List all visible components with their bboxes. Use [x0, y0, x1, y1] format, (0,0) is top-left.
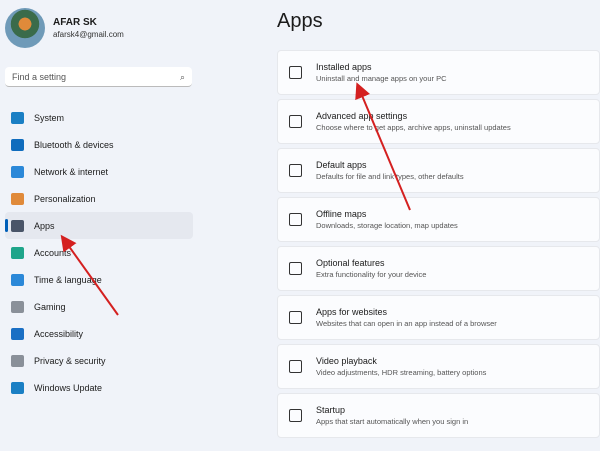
page-title: Apps	[277, 10, 323, 32]
card-title: Default apps	[316, 160, 367, 170]
optional-features-icon	[289, 262, 302, 275]
apps-icon	[11, 219, 24, 232]
sidebar-item-label: Personalization	[34, 193, 96, 204]
sidebar-item-label: Windows Update	[34, 382, 103, 393]
sidebar-item-accounts[interactable]: Accounts	[5, 239, 193, 266]
sidebar-item-system[interactable]: System	[5, 104, 193, 131]
card-description: Extra functionality for your device	[316, 270, 427, 279]
card-description: Websites that can open in an app instead…	[316, 319, 497, 328]
time-language-icon	[11, 273, 24, 286]
avatar	[5, 8, 45, 48]
sidebar-item-label: System	[34, 112, 65, 123]
sidebar-item-label: Network & internet	[34, 166, 109, 177]
accounts-icon	[11, 246, 24, 259]
card-description: Uninstall and manage apps on your PC	[316, 74, 447, 83]
card-title: Startup	[316, 405, 346, 415]
sidebar-item-apps[interactable]: Apps	[5, 212, 193, 239]
windows-update-icon	[11, 381, 24, 394]
sidebar-item-label: Privacy & security	[34, 355, 106, 366]
search-icon: ⌕	[179, 72, 185, 82]
card-title: Apps for websites	[316, 307, 388, 317]
card-title: Installed apps	[316, 62, 372, 72]
sidebar-item-label: Gaming	[34, 301, 66, 312]
sidebar-item-time-language[interactable]: Time & language	[5, 266, 193, 293]
personalization-icon	[11, 192, 24, 205]
card-startup[interactable]: Startup Apps that start automatically whe…	[277, 393, 600, 438]
sidebar-item-label: Accounts	[34, 247, 72, 258]
bluetooth-devices-icon	[11, 138, 24, 151]
apps-for-websites-icon	[289, 311, 302, 324]
privacy-security-icon	[11, 354, 24, 367]
card-offline-maps[interactable]: Offline maps Downloads, storage location,…	[277, 197, 600, 242]
system-icon	[11, 111, 24, 124]
network-internet-icon	[11, 165, 24, 178]
default-apps-icon	[289, 164, 302, 177]
sidebar-item-accessibility[interactable]: Accessibility	[5, 320, 193, 347]
search-input[interactable]: Find a setting ⌕	[5, 67, 192, 87]
profile-email: afarsk4@gmail.com	[53, 30, 124, 39]
gaming-icon	[11, 300, 24, 313]
card-description: Downloads, storage location, map updates	[316, 221, 458, 230]
settings-cards: Installed apps Uninstall and manage apps …	[277, 50, 600, 442]
sidebar-item-label: Time & language	[34, 274, 102, 285]
profile[interactable]: AFAR SK afarsk4@gmail.com	[5, 8, 124, 48]
sidebar-item-label: Apps	[34, 220, 55, 231]
card-installed-apps[interactable]: Installed apps Uninstall and manage apps …	[277, 50, 600, 95]
card-default-apps[interactable]: Default apps Defaults for file and link t…	[277, 148, 600, 193]
card-apps-for-websites[interactable]: Apps for websites Websites that can open …	[277, 295, 600, 340]
card-title: Advanced app settings	[316, 111, 408, 121]
sidebar-item-privacy-security[interactable]: Privacy & security	[5, 347, 193, 374]
sidebar-item-label: Bluetooth & devices	[34, 139, 114, 150]
video-playback-icon	[289, 360, 302, 373]
card-title: Offline maps	[316, 209, 367, 219]
card-description: Apps that start automatically when you s…	[316, 417, 469, 426]
sidebar-item-label: Accessibility	[34, 328, 84, 339]
card-advanced-app-settings[interactable]: Advanced app settings Choose where to get…	[277, 99, 600, 144]
installed-apps-icon	[289, 66, 302, 79]
card-title: Video playback	[316, 356, 377, 366]
search-placeholder: Find a setting	[12, 72, 67, 82]
sidebar-item-windows-update[interactable]: Windows Update	[5, 374, 193, 401]
sidebar-nav: System Bluetooth & devices Network & inter…	[5, 104, 193, 401]
card-title: Optional features	[316, 258, 385, 268]
card-description: Choose where to get apps, archive apps, …	[316, 123, 511, 132]
profile-name: AFAR SK	[53, 17, 97, 28]
sidebar-item-bluetooth-devices[interactable]: Bluetooth & devices	[5, 131, 193, 158]
offline-maps-icon	[289, 213, 302, 226]
card-optional-features[interactable]: Optional features Extra functionality for…	[277, 246, 600, 291]
sidebar-item-gaming[interactable]: Gaming	[5, 293, 193, 320]
card-description: Video adjustments, HDR streaming, batter…	[316, 368, 487, 377]
card-description: Defaults for file and link types, other …	[316, 172, 464, 181]
sidebar-item-personalization[interactable]: Personalization	[5, 185, 193, 212]
accessibility-icon	[11, 327, 24, 340]
sidebar-item-network-internet[interactable]: Network & internet	[5, 158, 193, 185]
card-video-playback[interactable]: Video playback Video adjustments, HDR str…	[277, 344, 600, 389]
advanced-app-settings-icon	[289, 115, 302, 128]
startup-icon	[289, 409, 302, 422]
